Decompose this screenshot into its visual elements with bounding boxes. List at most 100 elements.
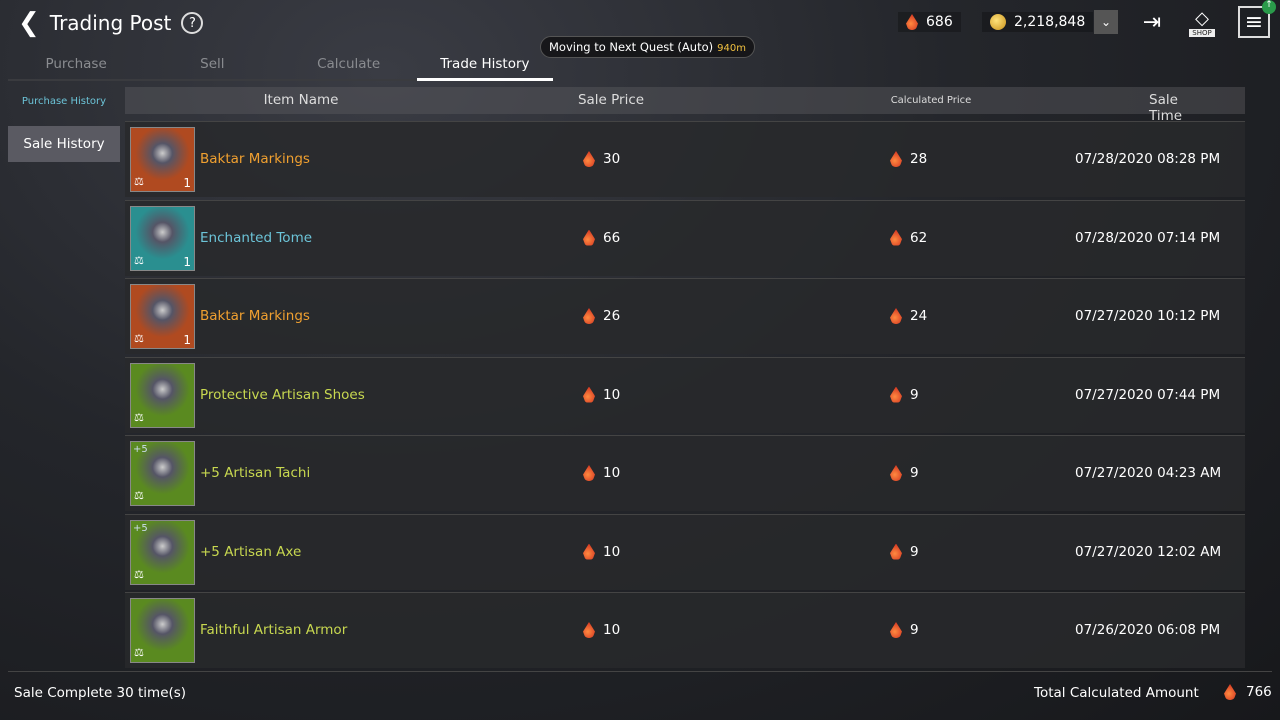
tab-sell[interactable]: Sell (144, 52, 281, 81)
sale-price: 10 (603, 386, 621, 403)
sidebar-sale-history[interactable]: Sale History (8, 126, 120, 162)
title-bar: ❮ Trading Post ? (18, 8, 204, 38)
enhance-level: +5 (133, 444, 148, 455)
quest-distance: 940m (717, 43, 746, 54)
item-icon: ⚖ 1 (130, 284, 195, 349)
scale-icon: ⚖ (134, 646, 144, 659)
calculated-price: 9 (910, 465, 919, 481)
table-row[interactable]: ⚖ 1 Enchanted Tome 66 62 07/28/2020 07:1… (125, 199, 1245, 276)
auto-quest-indicator[interactable]: Moving to Next Quest (Auto) 940m (540, 36, 755, 58)
tab-trade-history[interactable]: Trade History (416, 52, 553, 81)
item-icon: ⚖ (130, 598, 195, 663)
item-count: 1 (183, 333, 191, 347)
item-icon: ⚖ 1 (130, 127, 195, 192)
sale-time: 07/27/2020 04:23 AM (1075, 465, 1222, 481)
gem-icon (890, 622, 902, 638)
gold-coin-icon (990, 14, 1006, 30)
calculated-price: 9 (910, 386, 919, 403)
footer: Sale Complete 30 time(s) Total Calculate… (8, 671, 1272, 720)
help-icon[interactable]: ? (181, 12, 204, 34)
item-name: +5 Artisan Tachi (200, 465, 311, 481)
page-title: Trading Post (49, 11, 172, 35)
gem-icon (583, 151, 595, 167)
calculated-price: 24 (910, 308, 928, 324)
tab-bar: Purchase Sell Calculate Trade History (8, 52, 553, 81)
gem-icon (583, 229, 595, 246)
sidebar-purchase-history[interactable]: Purchase History (8, 96, 120, 107)
sale-price: 66 (603, 229, 621, 246)
item-count: 1 (183, 254, 191, 269)
sale-time: 07/27/2020 12:02 AM (1075, 543, 1222, 560)
table-row[interactable]: ⚖ 1 Baktar Markings 26 24 07/27/2020 10:… (125, 278, 1245, 354)
item-icon: +5 ⚖ (130, 519, 195, 585)
gem-icon (890, 308, 902, 324)
tab-calculate[interactable]: Calculate (280, 52, 417, 81)
gem-icon (1224, 684, 1236, 700)
table-header: Item Name Sale Price Calculated Price Sa… (125, 87, 1245, 124)
gold-currency: 2,218,848 (982, 12, 1094, 32)
sale-time: 07/27/2020 07:44 PM (1075, 386, 1221, 403)
exit-door-icon[interactable]: ⇥ (1134, 4, 1170, 40)
total-amount: 766 (1246, 684, 1272, 700)
item-icon: +5 ⚖ (130, 441, 195, 506)
calculated-price: 28 (910, 151, 928, 167)
item-icon: ⚖ (130, 362, 195, 428)
gem-icon (890, 151, 902, 167)
gem-icon (890, 543, 902, 560)
scale-icon: ⚖ (134, 175, 144, 188)
enhance-level: +5 (133, 522, 148, 534)
item-name: Baktar Markings (200, 308, 310, 324)
calculated-price: 9 (910, 622, 919, 638)
scale-icon: ⚖ (134, 332, 144, 345)
gem-icon (583, 622, 595, 638)
shop-label: SHOP (1189, 28, 1215, 37)
item-name: Protective Artisan Shoes (200, 386, 365, 403)
item-name: Baktar Markings (200, 151, 310, 167)
table-row[interactable]: ⚖ 1 Baktar Markings 30 28 07/28/2020 08:… (125, 121, 1245, 197)
scale-icon: ⚖ (134, 567, 144, 581)
gem-icon (583, 308, 595, 324)
chevron-down-icon[interactable]: ⌄ (1094, 10, 1118, 34)
back-arrow-icon[interactable]: ❮ (18, 8, 40, 38)
shop-button[interactable]: ◇ SHOP (1184, 4, 1220, 40)
item-name: Enchanted Tome (200, 229, 313, 246)
sale-time: 07/28/2020 07:14 PM (1075, 229, 1221, 246)
scale-icon: ⚖ (134, 410, 144, 424)
sale-price: 26 (603, 308, 621, 324)
sale-time: 07/27/2020 10:12 PM (1075, 308, 1221, 324)
quest-text: Moving to Next Quest (Auto) (549, 40, 714, 54)
gem-icon (890, 386, 902, 403)
gem-count: 686 (926, 14, 953, 30)
sale-complete-count: Sale Complete 30 time(s) (14, 685, 187, 701)
item-name: +5 Artisan Axe (200, 543, 302, 560)
item-icon: ⚖ 1 (130, 205, 195, 271)
table-row[interactable]: ⚖ Faithful Artisan Armor 10 9 07/26/2020… (125, 592, 1245, 668)
table-row[interactable]: +5 ⚖ +5 Artisan Tachi 10 9 07/27/2020 04… (125, 435, 1245, 511)
total-label: Total Calculated Amount (1034, 685, 1199, 701)
header-item-name: Item Name (263, 92, 339, 108)
header-sale-price: Sale Price (577, 92, 645, 108)
sale-time: 07/28/2020 08:28 PM (1075, 151, 1221, 167)
sale-price: 10 (603, 622, 621, 638)
sale-price: 30 (603, 151, 621, 167)
item-name: Faithful Artisan Armor (200, 622, 348, 638)
header-sale-time: Sale Time (1149, 92, 1183, 124)
header-calculated-price: Calculated Price (890, 95, 972, 106)
tab-purchase[interactable]: Purchase (8, 52, 145, 81)
sale-time: 07/26/2020 06:08 PM (1075, 622, 1221, 638)
item-count: 1 (183, 176, 191, 190)
gem-icon (583, 543, 595, 560)
gold-count: 2,218,848 (1014, 14, 1086, 30)
sale-price: 10 (603, 543, 621, 560)
scale-icon: ⚖ (134, 489, 144, 502)
notification-badge: ↑ (1262, 0, 1276, 14)
scale-icon: ⚖ (134, 253, 144, 267)
calculated-price: 62 (910, 229, 928, 246)
gem-icon (906, 14, 918, 30)
table-row[interactable]: +5 ⚖ +5 Artisan Axe 10 9 07/27/2020 12:0… (125, 513, 1245, 590)
gem-icon (890, 229, 902, 246)
gem-currency: 686 (898, 12, 961, 32)
menu-icon[interactable]: ≡ ↑ (1238, 0, 1276, 38)
table-row[interactable]: ⚖ Protective Artisan Shoes 10 9 07/27/20… (125, 356, 1245, 433)
sale-price: 10 (603, 465, 621, 481)
